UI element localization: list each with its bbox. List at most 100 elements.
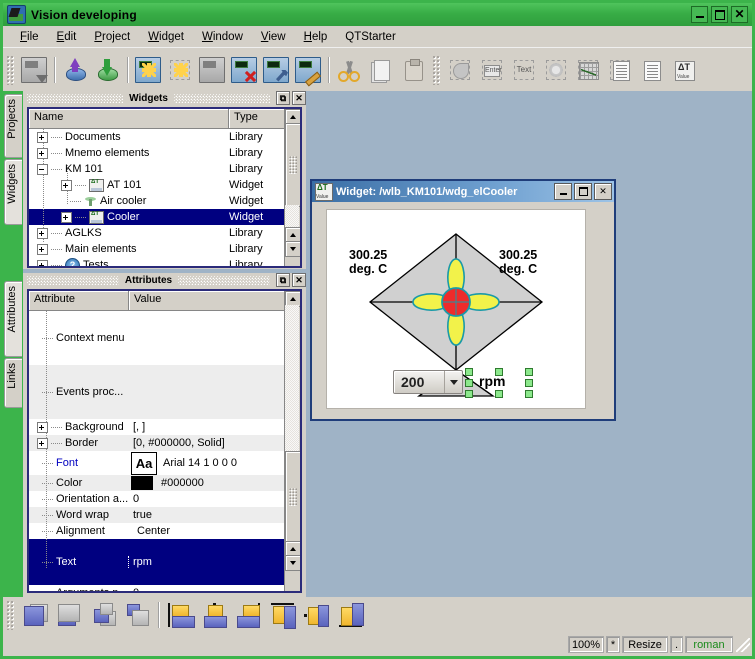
delete-widget-button[interactable]: [229, 54, 259, 86]
bottom-toolbar-grip[interactable]: [6, 600, 15, 630]
collapse-icon[interactable]: [37, 164, 48, 175]
scrollbar-track[interactable]: [285, 305, 299, 451]
table-row[interactable]: Font Aa Arial 14 1 0 0 0: [29, 451, 300, 475]
table-row[interactable]: Cooler Widget: [29, 209, 300, 225]
close-button[interactable]: ✕: [731, 6, 748, 23]
menu-project[interactable]: Project: [85, 29, 139, 45]
attr-value[interactable]: 0: [129, 587, 291, 593]
diagram-element-button[interactable]: [573, 54, 603, 86]
scrollbar-thumb[interactable]: [285, 123, 301, 207]
table-row[interactable]: Mnemo elements Library: [29, 145, 300, 161]
widgets-tree[interactable]: Name Type Documents Library Mnemo elemen: [27, 107, 302, 268]
table-row[interactable]: AT 101 Widget: [29, 177, 300, 193]
sidebar-tab-attributes[interactable]: Attributes: [4, 281, 22, 357]
elementary-figure-button[interactable]: [445, 54, 475, 86]
scroll-down-button[interactable]: [285, 241, 301, 257]
load-from-db-button[interactable]: [60, 54, 90, 86]
scrollbar-thumb[interactable]: [285, 451, 301, 543]
attr-value[interactable]: [0, #000000, Solid]: [129, 437, 291, 449]
open-project-button[interactable]: [19, 54, 49, 86]
menu-file[interactable]: File: [11, 29, 48, 45]
maximize-button[interactable]: [711, 6, 728, 23]
document-element-button[interactable]: [637, 54, 667, 86]
selection-handle[interactable]: [465, 368, 473, 376]
expand-icon[interactable]: [37, 148, 48, 159]
attributes-scrollbar[interactable]: [284, 291, 300, 591]
table-row[interactable]: Orientation a... 0: [29, 491, 300, 507]
font-preview-swatch[interactable]: Aa: [131, 452, 157, 475]
widgets-col-name[interactable]: Name: [29, 109, 229, 128]
selection-handle[interactable]: [465, 379, 473, 387]
align-right-button[interactable]: [233, 600, 263, 630]
align-center-horizontal-button[interactable]: [199, 600, 229, 630]
copy-button[interactable]: [366, 54, 396, 86]
expand-icon[interactable]: [61, 212, 72, 223]
attributes-table[interactable]: Attribute Value Context menu Events proc…: [27, 289, 302, 593]
sidebar-tab-projects[interactable]: Projects: [4, 94, 22, 158]
table-row[interactable]: Text rpm: [29, 539, 300, 585]
attributes-panel-close-button[interactable]: ✕: [292, 273, 306, 287]
bring-forward-button[interactable]: [88, 600, 118, 630]
attributes-col-attribute[interactable]: Attribute: [29, 291, 129, 310]
widget-editor-titlebar[interactable]: Widget: /wlb_KM101/wdg_elCooler ✕: [312, 181, 614, 202]
attr-name[interactable]: Font: [56, 457, 78, 469]
sidebar-tab-links[interactable]: Links: [4, 358, 22, 408]
menu-widget[interactable]: Widget: [139, 29, 193, 45]
menu-help[interactable]: Help: [295, 29, 337, 45]
resize-grip[interactable]: [736, 638, 750, 652]
attr-value[interactable]: rpm: [129, 556, 291, 568]
expand-icon[interactable]: [37, 132, 48, 143]
attr-value[interactable]: #000000: [161, 477, 204, 489]
send-backward-button[interactable]: [122, 600, 152, 630]
selection-handle[interactable]: [465, 390, 473, 398]
edit-widget-button[interactable]: [261, 54, 291, 86]
selection-handle[interactable]: [525, 379, 533, 387]
attr-value[interactable]: Center: [129, 525, 291, 537]
sidebar-tab-widgets[interactable]: Widgets: [4, 159, 22, 225]
table-row[interactable]: Documents Library: [29, 129, 300, 145]
media-element-button[interactable]: [541, 54, 571, 86]
save-to-db-button[interactable]: [92, 54, 122, 86]
rpm-combo-box[interactable]: 200: [393, 370, 463, 394]
expand-icon[interactable]: [37, 260, 48, 269]
chevron-down-icon[interactable]: [444, 371, 462, 393]
widgets-col-type[interactable]: Type: [229, 109, 291, 128]
widget-canvas[interactable]: 300.25 deg. C 300.25 deg. C 200: [326, 209, 586, 409]
widget-editor-window[interactable]: Widget: /wlb_KM101/wdg_elCooler ✕: [310, 179, 616, 421]
attr-value[interactable]: [, ]: [129, 421, 291, 433]
table-row[interactable]: Arguments n... 0: [29, 585, 300, 593]
table-row[interactable]: Events proc...: [29, 365, 300, 419]
table-row[interactable]: ? Tests Library: [29, 257, 300, 268]
menu-window[interactable]: Window: [193, 29, 252, 45]
align-center-vertical-button[interactable]: [301, 600, 331, 630]
scroll-down-button[interactable]: [285, 555, 301, 571]
attr-value[interactable]: Arial 14 1 0 0 0: [163, 457, 237, 469]
value-element-button[interactable]: [669, 54, 699, 86]
attributes-col-value[interactable]: Value: [129, 291, 291, 310]
send-to-back-button[interactable]: [54, 600, 84, 630]
widget-properties-button[interactable]: [293, 54, 323, 86]
table-row[interactable]: Background [, ]: [29, 419, 300, 435]
expand-icon[interactable]: [37, 244, 48, 255]
scrollbar-track[interactable]: [285, 205, 299, 227]
align-left-button[interactable]: [165, 600, 195, 630]
enter-form-button[interactable]: Enter: [477, 54, 507, 86]
align-bottom-button[interactable]: [335, 600, 365, 630]
expand-icon[interactable]: [61, 180, 72, 191]
bring-to-front-button[interactable]: [20, 600, 50, 630]
widget-close-button[interactable]: ✕: [594, 183, 612, 200]
color-swatch[interactable]: [131, 476, 153, 490]
widget-minimize-button[interactable]: [554, 183, 572, 200]
menu-qtstarter[interactable]: QTStarter: [336, 29, 404, 45]
attributes-panel-float-button[interactable]: ⧉: [276, 273, 290, 287]
widget-maximize-button[interactable]: [574, 183, 592, 200]
table-row[interactable]: Border [0, #000000, Solid]: [29, 435, 300, 451]
table-row[interactable]: Color #000000: [29, 475, 300, 491]
selection-handle[interactable]: [495, 390, 503, 398]
toolbar-grip[interactable]: [6, 55, 15, 85]
new-widget-container-button[interactable]: [165, 54, 195, 86]
rpm-unit-label[interactable]: rpm: [479, 373, 505, 389]
table-row[interactable]: AGLKS Library: [29, 225, 300, 241]
menu-view[interactable]: View: [252, 29, 295, 45]
paste-button[interactable]: [398, 54, 428, 86]
